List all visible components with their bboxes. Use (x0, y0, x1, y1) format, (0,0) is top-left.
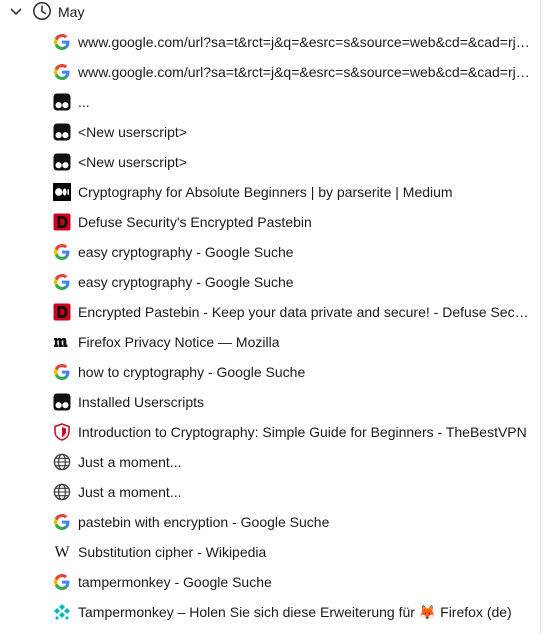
history-item-title: www.google.com/url?sa=t&rct=j&q=&esrc=s&… (78, 34, 535, 50)
google-icon (53, 573, 71, 591)
google-icon (53, 33, 71, 51)
tampermonkey-extension-icon (53, 603, 71, 621)
google-icon (53, 363, 71, 381)
history-item-title: Substitution cipher - Wikipedia (78, 544, 267, 560)
history-item[interactable]: easy cryptography - Google Suche (0, 237, 540, 267)
google-icon (53, 273, 71, 291)
history-item[interactable]: tampermonkey - Google Suche (0, 567, 540, 597)
history-item-title: Tampermonkey – Holen Sie sich diese Erwe… (78, 604, 512, 620)
history-item[interactable]: Defuse Security's Encrypted Pastebin (0, 207, 540, 237)
history-item-title: <New userscript> (78, 154, 187, 170)
history-item-title: www.google.com/url?sa=t&rct=j&q=&esrc=s&… (78, 64, 535, 80)
defuse-icon (53, 213, 71, 231)
group-label: May (58, 4, 85, 20)
history-item-title: ... (78, 94, 90, 110)
history-item[interactable]: W Substitution cipher - Wikipedia (0, 537, 540, 567)
history-item[interactable]: how to cryptography - Google Suche (0, 357, 540, 387)
history-item-title: <New userscript> (78, 124, 187, 140)
history-item[interactable]: Introduction to Cryptography: Simple Gui… (0, 417, 540, 447)
history-item[interactable]: www.google.com/url?sa=t&rct=j&q=&esrc=s&… (0, 57, 540, 87)
history-item[interactable]: pastebin with encryption - Google Suche (0, 507, 540, 537)
tampermonkey-icon (53, 123, 71, 141)
medium-icon (53, 183, 71, 201)
history-item[interactable]: Tampermonkey – Holen Sie sich diese Erwe… (0, 597, 540, 627)
history-item[interactable]: www.google.com/url?sa=t&rct=j&q=&esrc=s&… (0, 27, 540, 57)
history-item[interactable]: <New userscript> (0, 117, 540, 147)
google-icon (53, 513, 71, 531)
history-item-title: Just a moment... (78, 454, 182, 470)
history-item-title: tampermonkey - Google Suche (78, 574, 272, 590)
history-item[interactable]: ... (0, 87, 540, 117)
history-item-title: Encrypted Pastebin - Keep your data priv… (78, 304, 535, 320)
shield-icon (53, 423, 71, 441)
history-item[interactable]: Cryptography for Absolute Beginners | by… (0, 177, 540, 207)
chevron-down-icon[interactable] (9, 6, 23, 18)
defuse-icon (53, 303, 71, 321)
history-item[interactable]: Just a moment... (0, 447, 540, 477)
google-icon (53, 63, 71, 81)
history-item[interactable]: Firefox Privacy Notice — Mozilla (0, 327, 540, 357)
history-item-title: easy cryptography - Google Suche (78, 244, 294, 260)
tampermonkey-icon (53, 393, 71, 411)
globe-icon (53, 483, 71, 501)
svg-text:W: W (54, 544, 70, 561)
history-item-title: Defuse Security's Encrypted Pastebin (78, 214, 312, 230)
tampermonkey-icon (53, 153, 71, 171)
wikipedia-icon: W (53, 543, 71, 561)
history-item-title: Installed Userscripts (78, 394, 205, 410)
tampermonkey-icon (53, 93, 71, 111)
history-item[interactable]: Installed Userscripts (0, 387, 540, 417)
history-item-title: easy cryptography - Google Suche (78, 274, 294, 290)
history-item-title: Cryptography for Absolute Beginners | by… (78, 184, 453, 200)
history-item-title: Just a moment... (78, 484, 182, 500)
history-item[interactable]: Just a moment... (0, 477, 540, 507)
history-item[interactable]: easy cryptography - Google Suche (0, 267, 540, 297)
mozilla-icon (53, 333, 71, 351)
history-item-title: Introduction to Cryptography: Simple Gui… (78, 424, 527, 440)
panel-border (540, 0, 541, 634)
history-tree: May www.google.com/url?sa=t&rct=j&q=&esr… (0, 0, 549, 634)
history-item-title: Firefox Privacy Notice — Mozilla (78, 334, 280, 350)
history-item-title: pastebin with encryption - Google Suche (78, 514, 330, 530)
clock-icon (33, 2, 51, 20)
google-icon (53, 243, 71, 261)
history-item[interactable]: <New userscript> (0, 147, 540, 177)
history-item[interactable]: Encrypted Pastebin - Keep your data priv… (0, 297, 540, 327)
history-item-title: how to cryptography - Google Suche (78, 364, 306, 380)
history-group-may[interactable]: May (0, 0, 540, 24)
globe-icon (53, 453, 71, 471)
